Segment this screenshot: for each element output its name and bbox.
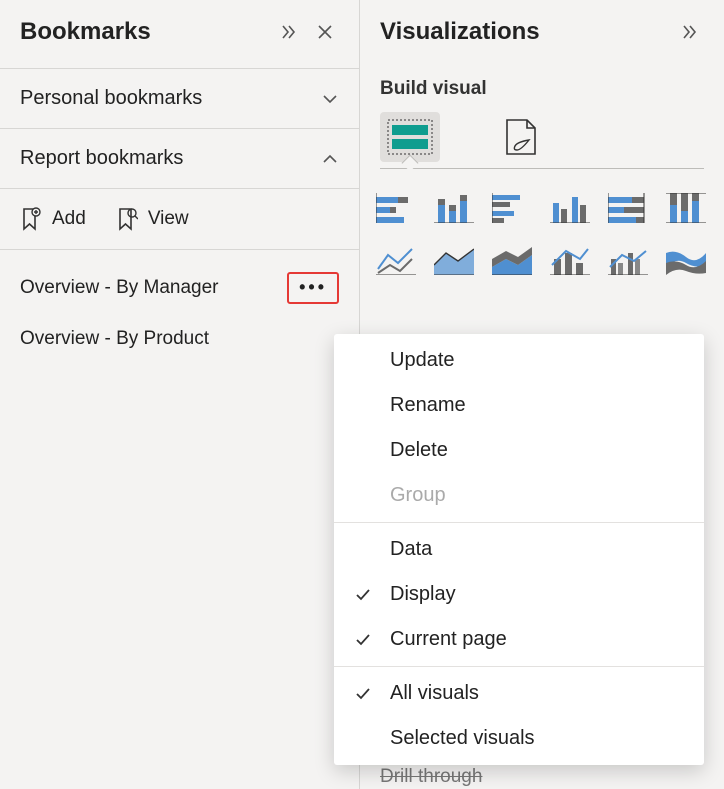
visualizations-header: Visualizations — [360, 0, 724, 68]
personal-bookmarks-section[interactable]: Personal bookmarks — [0, 69, 359, 129]
line-stacked-column-icon[interactable] — [548, 239, 592, 275]
report-bookmarks-label: Report bookmarks — [20, 147, 321, 170]
ctx-all-visuals[interactable]: All visuals — [334, 671, 704, 716]
clustered-bar-chart-icon[interactable] — [490, 187, 534, 223]
hundred-stacked-bar-icon[interactable] — [606, 187, 650, 223]
bookmarks-title: Bookmarks — [20, 18, 267, 46]
view-bookmark-button[interactable]: View — [116, 207, 189, 231]
ctx-delete[interactable]: Delete — [334, 428, 704, 473]
visualization-mode-tabs — [360, 100, 724, 162]
ctx-display[interactable]: Display — [334, 572, 704, 617]
page-brush-icon — [499, 116, 541, 158]
bookmark-item[interactable]: Overview - By Manager ••• — [0, 260, 359, 316]
bookmark-actions-row: Add View — [0, 189, 359, 250]
stacked-area-chart-icon[interactable] — [490, 239, 534, 275]
build-visual-tab[interactable] — [380, 112, 440, 162]
ctx-update[interactable]: Update — [334, 338, 704, 383]
chevron-down-icon — [321, 90, 339, 108]
check-icon — [354, 685, 372, 703]
separator — [334, 666, 704, 667]
bookmark-context-menu: Update Rename Delete Group Data Display … — [334, 334, 704, 765]
line-chart-icon[interactable] — [374, 239, 418, 275]
build-visual-label: Build visual — [380, 78, 704, 100]
collapse-pane-button[interactable] — [275, 18, 303, 46]
add-label: Add — [52, 208, 86, 230]
build-visual-row: Build visual — [360, 68, 724, 100]
collapse-viz-pane-button[interactable] — [676, 18, 704, 46]
ctx-current-page[interactable]: Current page — [334, 617, 704, 662]
table-build-icon — [387, 119, 433, 155]
ctx-rename[interactable]: Rename — [334, 383, 704, 428]
bookmark-item-label: Overview - By Product — [20, 328, 339, 350]
visualizations-title: Visualizations — [380, 18, 668, 46]
area-chart-icon[interactable] — [432, 239, 476, 275]
separator — [334, 522, 704, 523]
bookmark-item[interactable]: Overview - By Product — [0, 316, 359, 362]
ctx-selected-visuals[interactable]: Selected visuals — [334, 716, 704, 761]
bookmark-more-button[interactable]: ••• — [287, 272, 339, 304]
bookmarks-header: Bookmarks — [0, 0, 359, 69]
format-visual-tab[interactable] — [490, 112, 550, 162]
close-icon — [317, 24, 333, 40]
ctx-data[interactable]: Data — [334, 527, 704, 572]
add-bookmark-button[interactable]: Add — [20, 207, 86, 231]
personal-bookmarks-label: Personal bookmarks — [20, 87, 321, 110]
check-icon — [354, 631, 372, 649]
bookmark-list: Overview - By Manager ••• Overview - By … — [0, 250, 359, 372]
close-pane-button[interactable] — [311, 18, 339, 46]
visualization-gallery — [360, 169, 724, 293]
check-icon — [354, 586, 372, 604]
chevron-up-icon — [321, 150, 339, 168]
ellipsis-icon: ••• — [299, 278, 327, 296]
line-clustered-column-icon[interactable] — [606, 239, 650, 275]
stacked-bar-chart-icon[interactable] — [374, 187, 418, 223]
drill-through-label: Drill through — [380, 766, 482, 788]
view-label: View — [148, 208, 189, 230]
ribbon-chart-icon[interactable] — [664, 239, 708, 275]
stacked-column-chart-icon[interactable] — [432, 187, 476, 223]
bookmark-view-icon — [116, 207, 138, 231]
chevron-double-right-icon — [280, 23, 298, 41]
clustered-column-chart-icon[interactable] — [548, 187, 592, 223]
ctx-group: Group — [334, 473, 704, 518]
report-bookmarks-section[interactable]: Report bookmarks — [0, 129, 359, 189]
bookmark-add-icon — [20, 207, 42, 231]
hundred-stacked-column-icon[interactable] — [664, 187, 708, 223]
bookmarks-pane: Bookmarks Personal bookmarks Report book… — [0, 0, 360, 789]
chevron-double-right-icon — [681, 23, 699, 41]
bookmark-item-label: Overview - By Manager — [20, 277, 281, 299]
